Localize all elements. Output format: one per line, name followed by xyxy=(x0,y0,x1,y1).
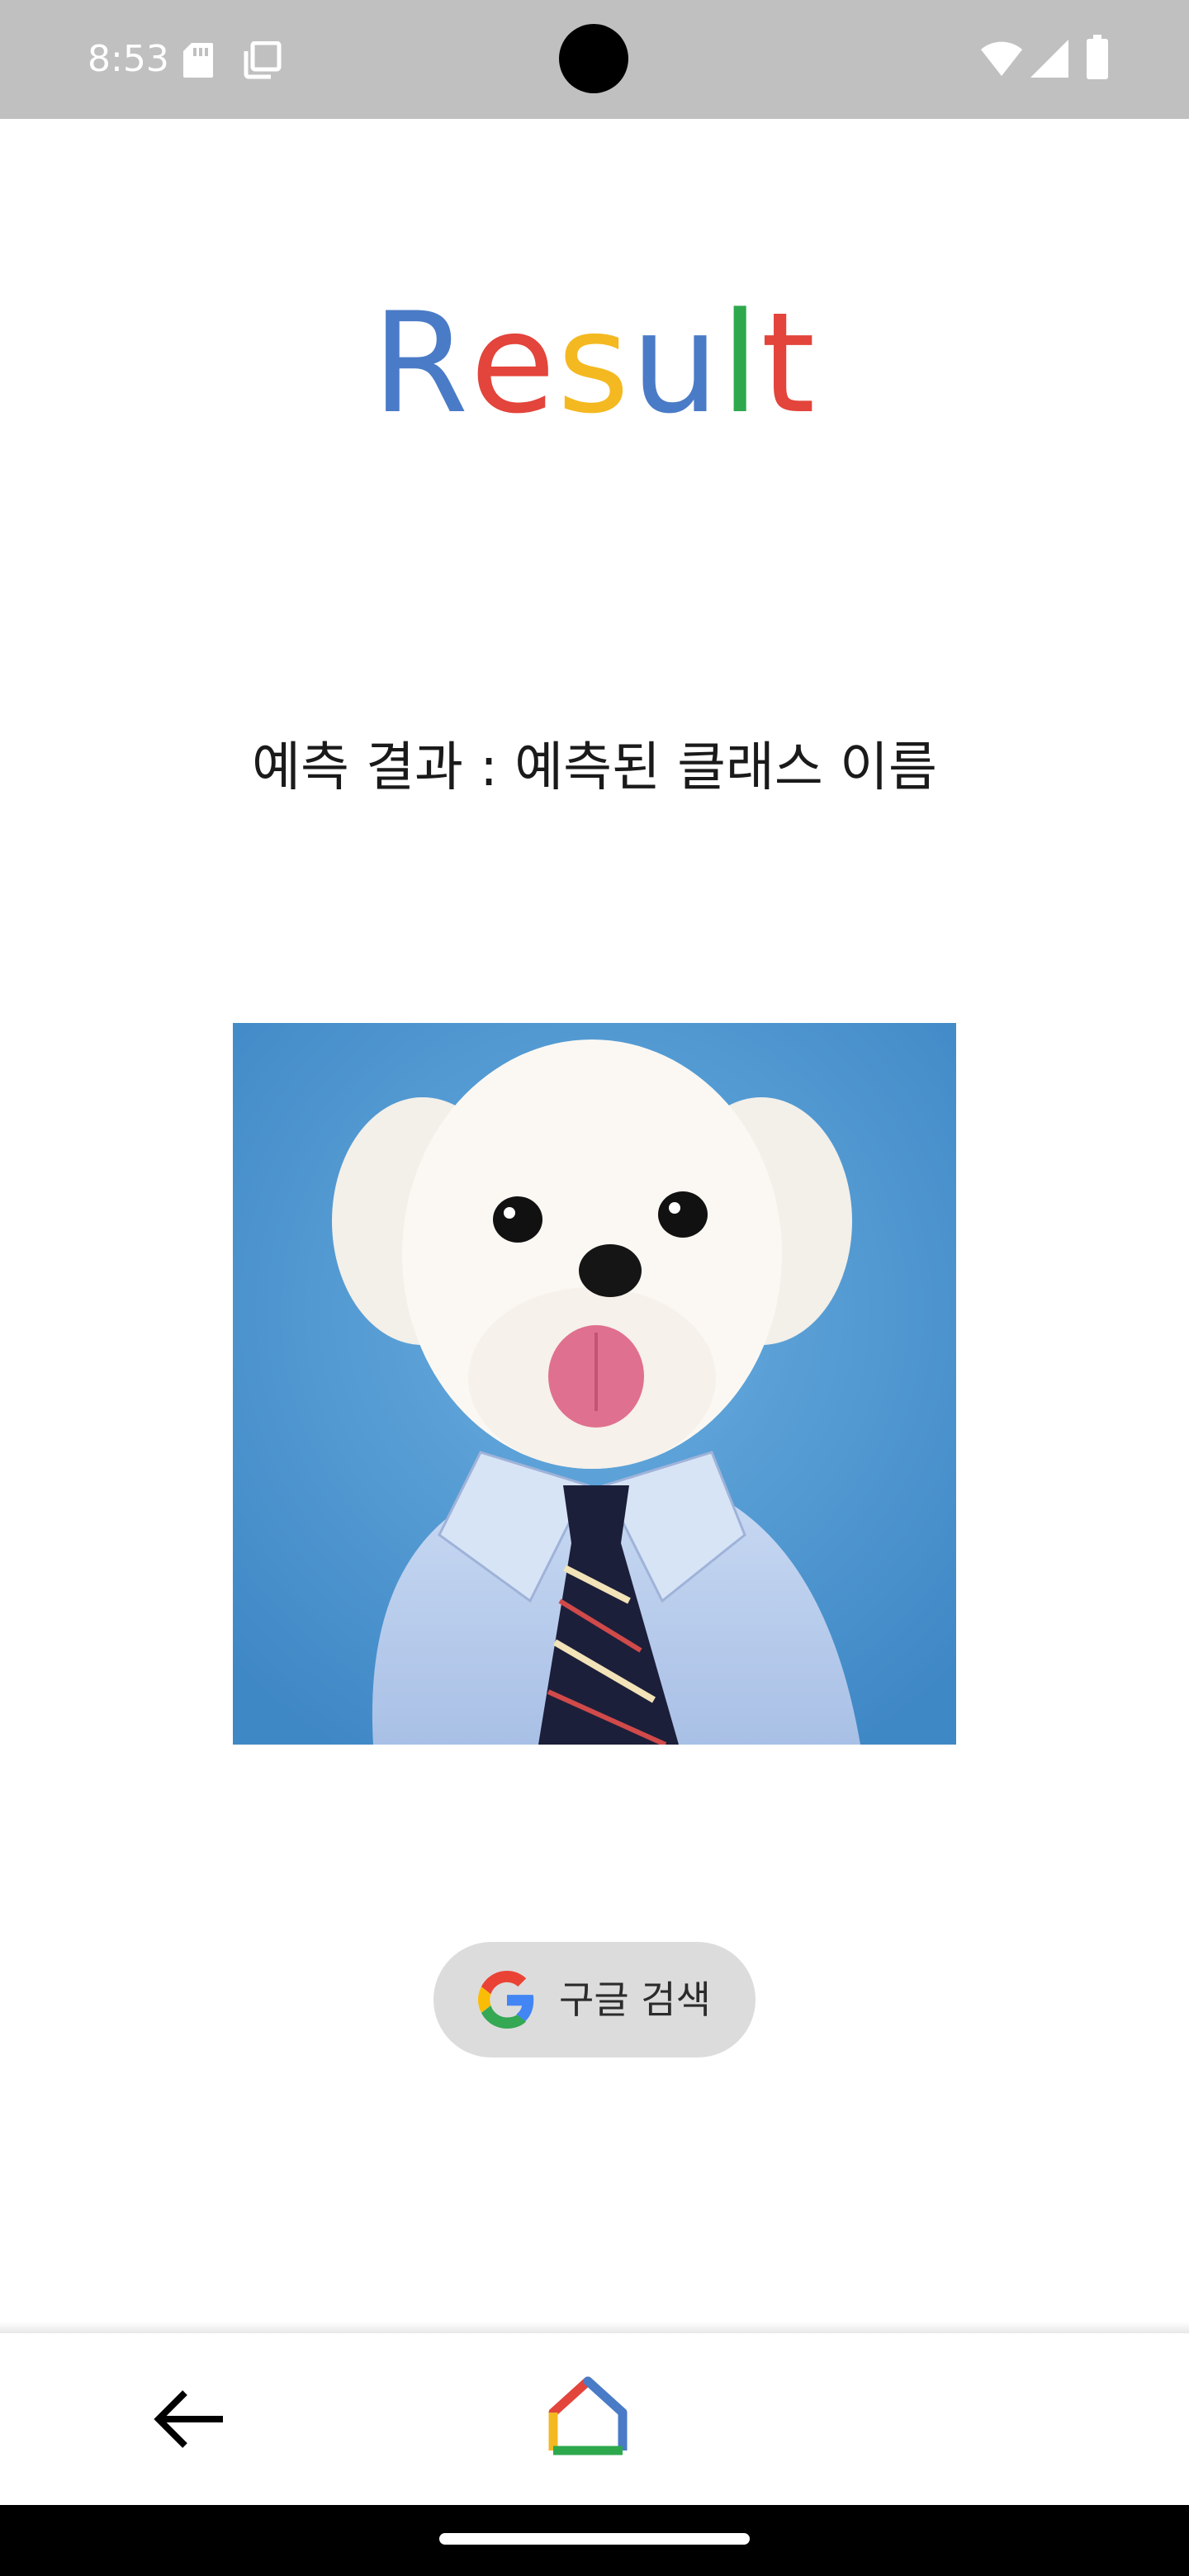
battery-icon xyxy=(1087,35,1108,79)
copy-icon xyxy=(244,41,282,79)
title-letter: s xyxy=(557,282,632,444)
home-icon[interactable] xyxy=(545,2375,631,2460)
title-letter: t xyxy=(760,282,817,444)
status-bar: 8:53 xyxy=(0,0,1189,119)
camera-cutout xyxy=(559,24,628,93)
status-time: 8:53 xyxy=(88,38,169,80)
wifi-icon xyxy=(981,41,1022,76)
back-arrow-icon[interactable] xyxy=(149,2378,231,2460)
google-g-icon xyxy=(478,1971,534,2029)
title-letter: R xyxy=(372,282,471,444)
search-button-label: 구글 검색 xyxy=(559,1977,711,2022)
page-title: Result xyxy=(0,281,1189,446)
title-letter: u xyxy=(631,282,721,444)
google-search-button[interactable]: 구글 검색 xyxy=(433,1942,756,2057)
bottom-bar-shadow xyxy=(0,2322,1189,2333)
dog-photo xyxy=(233,1023,956,1745)
title-letter: l xyxy=(720,282,761,444)
prediction-result-text: 예측 결과 : 예측된 클래스 이름 xyxy=(252,737,937,798)
cellular-signal-icon xyxy=(1030,40,1068,78)
title-letter: e xyxy=(470,282,557,444)
gesture-handle[interactable] xyxy=(439,2533,750,2545)
sd-card-icon xyxy=(183,43,213,78)
